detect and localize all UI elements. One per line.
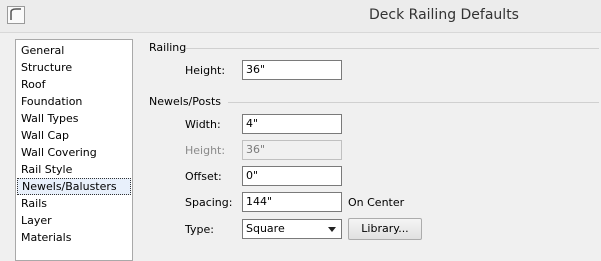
nav-item-wall-cap[interactable]: Wall Cap [17, 127, 131, 144]
nav-item-roof[interactable]: Roof [17, 76, 131, 93]
railing-height-label: Height: [185, 64, 226, 77]
spacing-suffix-label: On Center [348, 196, 405, 209]
nav-item-general[interactable]: General [17, 42, 131, 59]
railing-group-label: Railing [149, 41, 187, 54]
newel-width-label: Width: [185, 118, 221, 131]
nav-item-wall-covering[interactable]: Wall Covering [17, 144, 131, 161]
nav-item-wall-types[interactable]: Wall Types [17, 110, 131, 127]
newels-group-label: Newels/Posts [149, 95, 221, 108]
newel-spacing-input[interactable]: 144" [242, 192, 342, 212]
railing-group-divider [186, 48, 599, 49]
category-list[interactable]: General Structure Roof Foundation Wall T… [15, 39, 133, 261]
nav-item-structure[interactable]: Structure [17, 59, 131, 76]
newel-type-label: Type: [185, 223, 214, 236]
newel-height-input: 36" [242, 140, 342, 160]
newel-spacing-label: Spacing: [185, 196, 233, 209]
newel-type-value: Square [246, 222, 285, 235]
nav-item-rail-style[interactable]: Rail Style [17, 161, 131, 178]
newel-height-label: Height: [185, 144, 226, 157]
nav-item-layer[interactable]: Layer [17, 212, 131, 229]
nav-item-rails[interactable]: Rails [17, 195, 131, 212]
railing-height-input[interactable]: 36" [242, 60, 342, 80]
window-title: Deck Railing Defaults [369, 7, 519, 23]
newel-offset-label: Offset: [185, 170, 222, 183]
nav-item-newels-balusters[interactable]: Newels/Balusters [17, 178, 131, 195]
title-bar: Deck Railing Defaults [0, 0, 601, 33]
chevron-down-icon [328, 227, 336, 232]
nav-item-foundation[interactable]: Foundation [17, 93, 131, 110]
nav-item-materials[interactable]: Materials [17, 229, 131, 246]
newels-group-divider [228, 102, 599, 103]
library-button[interactable]: Library... [348, 218, 422, 240]
app-icon [7, 6, 25, 24]
newel-width-input[interactable]: 4" [242, 114, 342, 134]
newel-type-select[interactable]: Square [242, 219, 342, 239]
newel-offset-input[interactable]: 0" [242, 166, 342, 186]
